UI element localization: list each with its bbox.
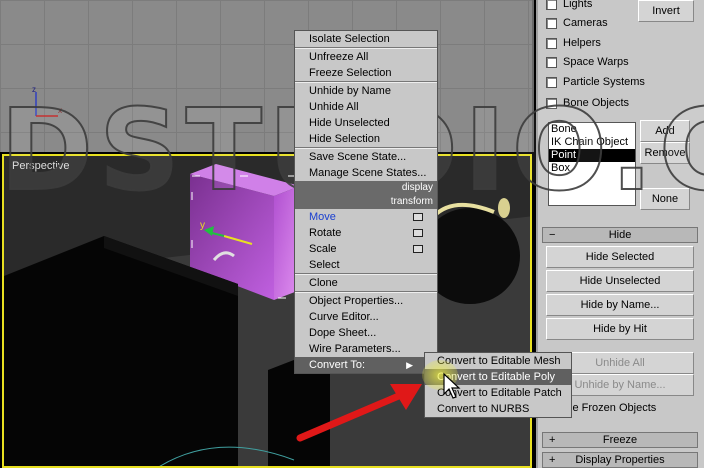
checkbox-label: Lights (563, 0, 593, 10)
menu-item-hide-selection[interactable]: Hide Selection (295, 131, 437, 147)
hide-unselected-button[interactable]: Hide Unselected (546, 270, 694, 292)
selection-listbox[interactable]: Bone IK Chain Object Point Box (548, 122, 636, 206)
checkbox-cameras[interactable]: Cameras (546, 17, 608, 29)
checkbox-box[interactable] (546, 56, 557, 68)
menu-item-scale[interactable]: Scale (295, 241, 437, 257)
menu-item-label: Scale (309, 243, 337, 255)
menu-item-select[interactable]: Select (295, 257, 437, 273)
checkbox-label: Space Warps (563, 56, 629, 68)
axis-tripod-icon: z x (32, 86, 62, 117)
menu-item-unhide-by-name[interactable]: Unhide by Name (295, 83, 437, 99)
rollout-title: Hide (608, 229, 632, 241)
list-item[interactable]: Bone (549, 123, 635, 136)
gizmo-y-label: y (200, 220, 205, 231)
hide-rollout[interactable]: − Hide (542, 227, 698, 243)
menu-item-hide-unselected[interactable]: Hide Unselected (295, 115, 437, 131)
rollout-title: Freeze (602, 434, 638, 446)
settings-box-icon[interactable] (413, 213, 423, 221)
submenu-item-nurbs[interactable]: Convert to NURBS (425, 401, 571, 417)
checkbox-box[interactable] (546, 97, 557, 109)
settings-box-icon[interactable] (413, 245, 423, 253)
checkbox-box[interactable] (546, 37, 557, 49)
invert-button[interactable]: Invert (638, 0, 694, 22)
checkbox-bone-objects[interactable]: Bone Objects (546, 97, 629, 109)
rollout-title: Display Properties (575, 454, 665, 466)
pointer-arrow-icon (296, 384, 422, 442)
quad-header-display: display (295, 181, 437, 195)
checkbox-label: Helpers (563, 37, 601, 49)
checkbox-label: Bone Objects (563, 97, 630, 109)
menu-item-freeze-selection[interactable]: Freeze Selection (295, 65, 437, 81)
display-properties-rollout[interactable]: + Display Properties (542, 452, 698, 468)
remove-button[interactable]: Remove (640, 142, 690, 164)
top-viewport[interactable]: z x (0, 0, 534, 152)
list-item-selected[interactable]: Point (549, 149, 635, 162)
perspective-viewport[interactable]: y Perspective (2, 154, 532, 468)
menu-item-curve-editor[interactable]: Curve Editor... (295, 309, 437, 325)
menu-item-dope-sheet[interactable]: Dope Sheet... (295, 325, 437, 341)
checkbox-label: Particle Systems (563, 76, 645, 88)
checkbox-box[interactable] (546, 0, 557, 10)
menu-item-manage-scene-states[interactable]: Manage Scene States... (295, 165, 437, 181)
settings-box-icon[interactable] (413, 229, 423, 237)
mouse-cursor-icon (443, 372, 461, 399)
hide-by-hit-button[interactable]: Hide by Hit (546, 318, 694, 340)
checkbox-space-warps[interactable]: Space Warps (546, 56, 629, 68)
menu-item-save-scene-state[interactable]: Save Scene State... (295, 149, 437, 165)
menu-item-move[interactable]: Move (295, 209, 437, 225)
expand-icon: + (549, 454, 556, 466)
hide-by-name-button[interactable]: Hide by Name... (546, 294, 694, 316)
none-button[interactable]: None (640, 188, 690, 210)
hide-selected-button[interactable]: Hide Selected (546, 246, 694, 268)
menu-item-isolate-selection[interactable]: Isolate Selection (295, 31, 437, 47)
scene-render: y (4, 156, 530, 466)
checkbox-label: Cameras (563, 17, 608, 29)
checkbox-helpers[interactable]: Helpers (546, 37, 601, 49)
checkbox-particle-systems[interactable]: Particle Systems (546, 76, 645, 88)
checkbox-box[interactable] (546, 17, 557, 29)
quad-header-transform: transform (295, 195, 437, 209)
menu-item-label: Rotate (309, 227, 342, 239)
axis-x-label: x (58, 106, 62, 115)
freeze-rollout[interactable]: + Freeze (542, 432, 698, 448)
checkbox-box[interactable] (546, 76, 557, 88)
expand-icon: + (549, 434, 556, 446)
menu-item-clone[interactable]: Clone (295, 275, 437, 291)
list-item[interactable]: IK Chain Object (549, 136, 635, 149)
add-button[interactable]: Add (640, 120, 690, 142)
checkbox-lights[interactable]: Lights (546, 0, 592, 10)
menu-item-object-properties[interactable]: Object Properties... (295, 293, 437, 309)
collapse-icon: − (549, 229, 556, 241)
menu-item-label: Move (309, 211, 336, 223)
viewport-label[interactable]: Perspective (12, 160, 69, 172)
menu-item-rotate[interactable]: Rotate (295, 225, 437, 241)
axis-z-label: z (32, 86, 36, 94)
menu-item-wire-parameters[interactable]: Wire Parameters... (295, 341, 437, 357)
list-item[interactable]: Box (549, 162, 635, 175)
quad-menu: Isolate Selection Unfreeze All Freeze Se… (294, 30, 438, 374)
menu-item-unfreeze-all[interactable]: Unfreeze All (295, 49, 437, 65)
menu-item-unhide-all[interactable]: Unhide All (295, 99, 437, 115)
